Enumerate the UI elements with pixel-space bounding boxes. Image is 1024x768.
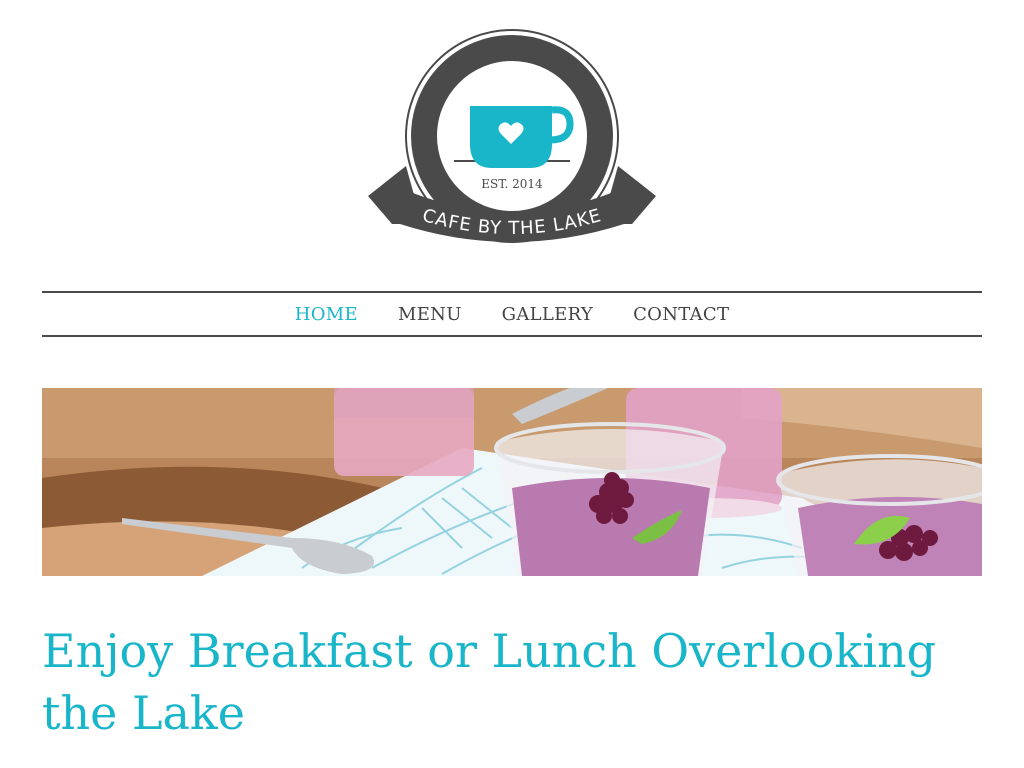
smoothie-glasses-with-blackberries-photo	[42, 388, 982, 576]
nav-item-contact[interactable]: CONTACT	[633, 304, 729, 325]
hero-image	[42, 388, 982, 576]
site-header: EST. 2014 CAFE BY THE LAKE	[0, 0, 1024, 260]
nav-item-home[interactable]: HOME	[295, 304, 358, 325]
nav-item-gallery[interactable]: GALLERY	[502, 304, 593, 325]
nav-item-menu[interactable]: MENU	[398, 304, 462, 325]
main-navigation: HOME MENU GALLERY CONTACT	[42, 291, 982, 337]
cafe-logo[interactable]: EST. 2014 CAFE BY THE LAKE	[362, 28, 662, 248]
est-text: EST. 2014	[481, 177, 543, 191]
page-headline: Enjoy Breakfast or Lunch Overlooking the…	[42, 624, 937, 740]
coffee-cup-heart-icon	[454, 106, 574, 168]
